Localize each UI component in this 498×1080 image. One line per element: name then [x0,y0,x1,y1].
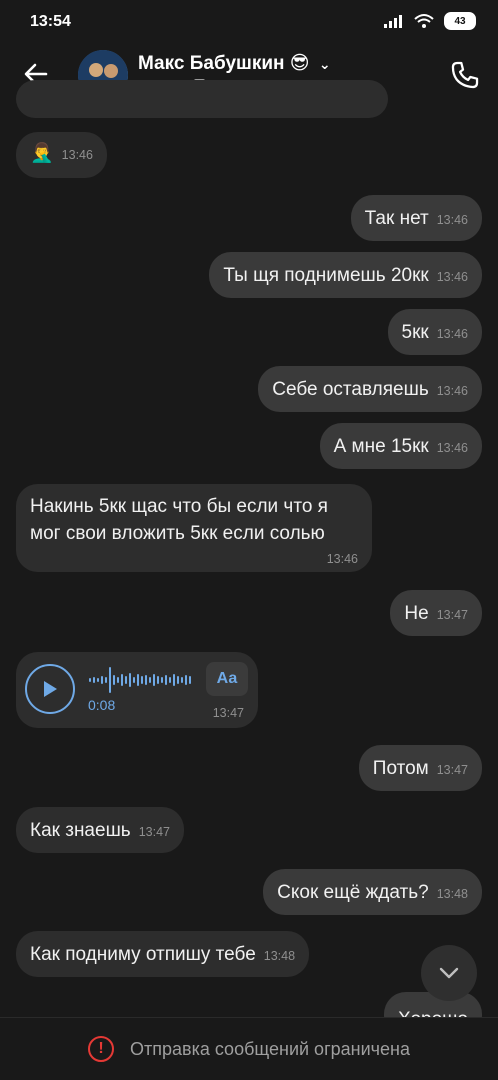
message-text: Как знаешь [30,820,131,841]
message-text: Потом [372,758,429,779]
signal-icon [384,15,402,28]
message-time: 13:47 [436,763,468,777]
message-text: Накинь 5кк щас что бы если что я мог сво… [30,496,328,544]
message-text: 🤦‍♂️ [30,143,54,164]
message-time: 13:46 [436,327,468,341]
message-time: 13:46 [436,270,468,284]
battery-icon: 43 [444,12,476,30]
chevron-down-icon[interactable]: ⌄ [319,56,331,72]
play-icon [44,681,57,697]
waveform[interactable] [88,666,204,694]
message-time: 13:47 [436,608,468,622]
message-bubble-outgoing[interactable]: Себе оставляешь 13:46 [258,366,482,412]
message-text: Себе оставляешь [272,379,429,400]
message-time: 13:46 [436,213,468,227]
status-time: 13:54 [30,13,71,30]
message-text: Как подниму отпишу тебе [30,944,256,965]
message-time: 13:46 [61,148,93,162]
message-text: Скок ещё ждать? [277,882,429,903]
message-restriction-bar: ! Отправка сообщений ограничена [0,1017,498,1080]
message-bubble-incoming[interactable]: 🤦‍♂️ 13:46 [16,132,107,178]
message-time: 13:47 [212,706,244,720]
message-text: Не [404,603,429,624]
message-bubble-outgoing[interactable]: Так нет 13:46 [350,195,482,241]
message-bubble-outgoing[interactable]: Потом 13:47 [358,745,482,791]
message-bubble-incoming[interactable]: Как знаешь 13:47 [16,807,184,853]
message-time: 13:48 [263,949,296,963]
message-bubble-outgoing[interactable]: Скок ещё ждать? 13:48 [263,869,482,915]
message-bubble-incoming[interactable]: Накинь 5кк щас что бы если что я мог сво… [16,484,372,572]
message-text: Ты щя поднимешь 20кк [223,265,429,286]
message-text: Так нет [364,208,429,229]
message-bubble-partial[interactable] [16,80,388,118]
message-bubble-outgoing[interactable]: А мне 15кк 13:46 [319,423,482,469]
contact-name-text: Макс Бабушкин 😎 [138,53,310,74]
voice-duration: 0:08 [88,697,116,713]
contact-name[interactable]: Макс Бабушкин 😎 ⌄ [138,52,331,75]
message-time: 13:46 [436,441,468,455]
message-text: 5кк [401,322,429,343]
scroll-down-button[interactable] [421,945,477,1001]
wifi-icon [414,14,434,28]
restriction-text: Отправка сообщений ограничена [130,1038,410,1059]
message-bubble-outgoing[interactable]: Не 13:47 [390,590,482,636]
message-time: 13:46 [436,384,468,398]
phone-icon[interactable] [448,58,482,92]
status-bar: 13:54 43 [0,0,498,44]
message-time: 13:46 [326,552,358,566]
voice-message-bubble[interactable]: 0:08 Аа 13:47 [16,652,258,728]
message-time: 13:48 [436,887,468,901]
message-text: А мне 15кк [333,436,429,457]
play-button[interactable] [25,664,75,714]
warning-icon: ! [88,1036,114,1062]
message-bubble-outgoing[interactable]: 5кк 13:46 [387,309,482,355]
message-bubble-incoming[interactable]: Как подниму отпишу тебе 13:48 [16,931,310,977]
status-icons: 43 [384,12,476,30]
transcribe-button[interactable]: Аа [206,662,248,696]
message-time: 13:47 [138,825,170,839]
chevron-down-icon [439,967,459,979]
message-bubble-outgoing[interactable]: Ты щя поднимешь 20кк 13:46 [209,252,482,298]
